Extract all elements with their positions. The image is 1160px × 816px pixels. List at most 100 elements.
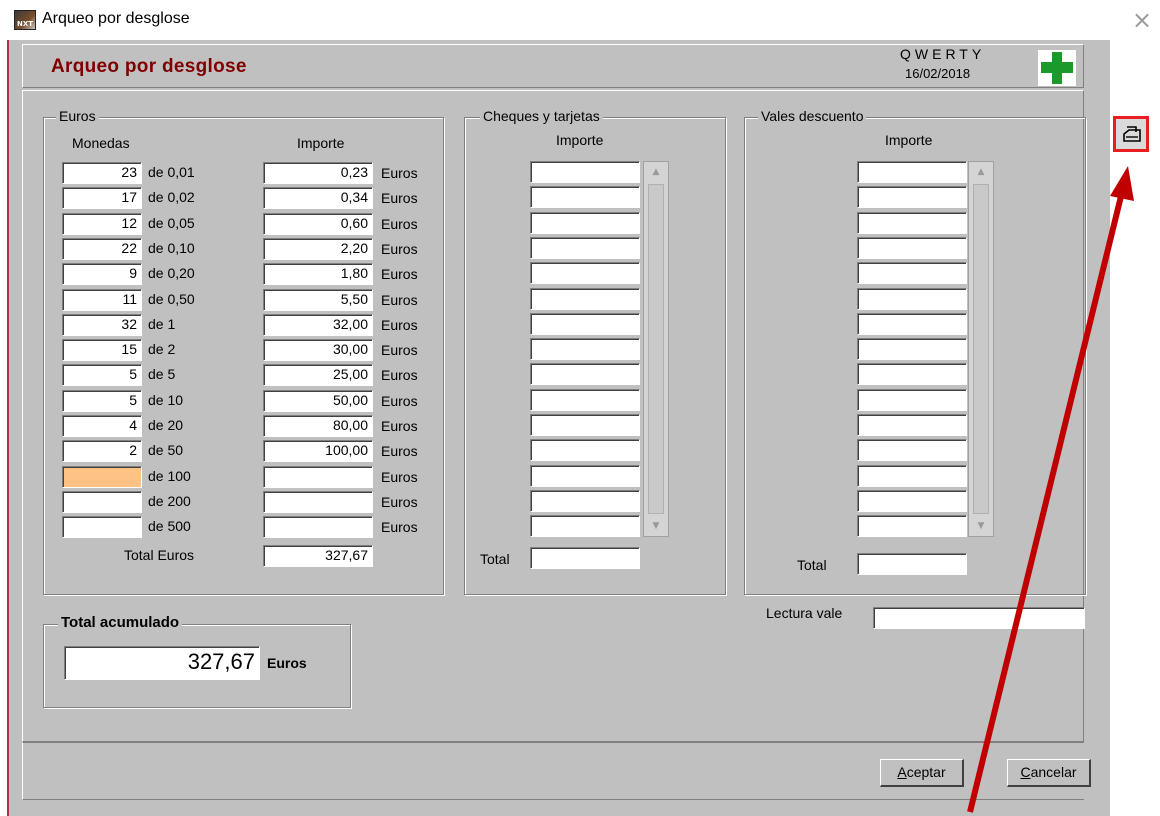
denomination-label: de 5 <box>148 366 176 382</box>
accumulated-group-label: Total acumulado <box>58 614 183 631</box>
cheque-amount-input[interactable] <box>530 363 640 385</box>
cheques-amount-header: Importe <box>556 132 604 148</box>
vale-amount-input[interactable] <box>857 262 967 284</box>
vale-amount-input[interactable] <box>857 186 967 208</box>
scroll-down-arrow-icon[interactable]: ▼ <box>644 516 668 536</box>
amount-field: 2,20 <box>263 238 373 260</box>
coin-quantity-input[interactable]: 15 <box>62 339 142 361</box>
denomination-label: de 0,20 <box>148 265 195 281</box>
coins-column-header: Monedas <box>72 135 130 151</box>
amount-column-header: Importe <box>297 135 345 151</box>
vale-amount-input[interactable] <box>857 414 967 436</box>
scroll-up-arrow-icon[interactable]: ▲ <box>969 162 993 182</box>
denomination-label: de 0,05 <box>148 215 195 231</box>
cheque-amount-input[interactable] <box>530 262 640 284</box>
vale-amount-input[interactable] <box>857 515 967 537</box>
coin-quantity-input[interactable]: 17 <box>62 187 142 209</box>
denomination-label: de 0,02 <box>148 189 195 205</box>
denomination-label: de 2 <box>148 341 176 357</box>
close-icon[interactable]: × <box>1132 6 1152 34</box>
cancel-label-rest: ancelar <box>1030 764 1077 780</box>
euros-group-label: Euros <box>56 108 99 124</box>
cheque-amount-input[interactable] <box>530 414 640 436</box>
coin-quantity-input[interactable]: 32 <box>62 314 142 336</box>
cheque-amount-input[interactable] <box>530 389 640 411</box>
cheque-amount-input[interactable] <box>530 237 640 259</box>
green-cross-icon <box>1038 50 1076 86</box>
vale-amount-input[interactable] <box>857 237 967 259</box>
vale-amount-input[interactable] <box>857 212 967 234</box>
currency-unit-label: Euros <box>381 216 418 232</box>
vale-amount-input[interactable] <box>857 161 967 183</box>
coin-quantity-input[interactable] <box>62 491 142 513</box>
currency-unit-label: Euros <box>381 241 418 257</box>
denomination-label: de 0,01 <box>148 164 195 180</box>
cheques-scrollbar[interactable]: ▲ ▼ <box>643 161 669 537</box>
amount-field: 0,23 <box>263 162 373 184</box>
denomination-label: de 1 <box>148 316 176 332</box>
total-euros-label: Total Euros <box>124 547 195 563</box>
cheque-amount-input[interactable] <box>530 212 640 234</box>
coin-quantity-input[interactable]: 9 <box>62 263 142 285</box>
amount-field: 30,00 <box>263 339 373 361</box>
app-icon: NXT <box>14 10 36 30</box>
vale-amount-input[interactable] <box>857 389 967 411</box>
coin-quantity-input[interactable]: 5 <box>62 364 142 386</box>
amount-field: 80,00 <box>263 415 373 437</box>
currency-unit-label: Euros <box>381 469 418 485</box>
vale-amount-input[interactable] <box>857 363 967 385</box>
cheque-amount-input[interactable] <box>530 161 640 183</box>
print-icon <box>1123 126 1141 142</box>
cheque-amount-input[interactable] <box>530 313 640 335</box>
coin-quantity-input[interactable]: 22 <box>62 238 142 260</box>
cheque-amount-input[interactable] <box>530 490 640 512</box>
coin-quantity-input[interactable]: 4 <box>62 415 142 437</box>
scroll-track[interactable] <box>648 184 664 514</box>
cheque-amount-input[interactable] <box>530 186 640 208</box>
scroll-down-arrow-icon[interactable]: ▼ <box>969 516 993 536</box>
currency-unit-label: Euros <box>381 190 418 206</box>
vale-amount-input[interactable] <box>857 313 967 335</box>
amount-field: 50,00 <box>263 390 373 412</box>
print-button[interactable] <box>1113 116 1149 152</box>
lectura-vale-input[interactable] <box>873 607 1085 629</box>
scroll-up-arrow-icon[interactable]: ▲ <box>644 162 668 182</box>
vale-amount-input[interactable] <box>857 490 967 512</box>
cheque-amount-input[interactable] <box>530 515 640 537</box>
amount-field: 25,00 <box>263 364 373 386</box>
cheque-amount-input[interactable] <box>530 338 640 360</box>
cancel-button[interactable]: Cancelar <box>1007 759 1091 787</box>
accumulated-unit: Euros <box>267 655 307 671</box>
cheque-amount-input[interactable] <box>530 465 640 487</box>
total-euros-field: 327,67 <box>263 545 373 567</box>
denomination-label: de 0,10 <box>148 240 195 256</box>
vale-amount-input[interactable] <box>857 465 967 487</box>
vales-amount-header: Importe <box>885 132 933 148</box>
lectura-vale-label: Lectura vale <box>766 605 843 621</box>
vale-amount-input[interactable] <box>857 439 967 461</box>
coin-quantity-input[interactable]: 12 <box>62 213 142 235</box>
vale-amount-input[interactable] <box>857 288 967 310</box>
amount-field: 1,80 <box>263 263 373 285</box>
coin-quantity-input[interactable] <box>62 516 142 538</box>
coin-quantity-input[interactable]: 11 <box>62 289 142 311</box>
cancel-hotkey: C <box>1020 764 1031 780</box>
vale-amount-input[interactable] <box>857 338 967 360</box>
coin-quantity-input[interactable]: 23 <box>62 162 142 184</box>
cheques-total-field <box>530 547 640 569</box>
cheque-amount-input[interactable] <box>530 288 640 310</box>
cheque-amount-input[interactable] <box>530 439 640 461</box>
coin-quantity-input[interactable] <box>62 466 142 488</box>
accept-button[interactable]: Aceptar <box>880 759 964 787</box>
scroll-track[interactable] <box>973 184 989 514</box>
coin-quantity-input[interactable]: 2 <box>62 440 142 462</box>
vales-total-field <box>857 553 967 575</box>
coin-quantity-input[interactable]: 5 <box>62 390 142 412</box>
denomination-label: de 10 <box>148 392 184 408</box>
currency-unit-label: Euros <box>381 443 418 459</box>
amount-field: 0,60 <box>263 213 373 235</box>
amount-field: 0,34 <box>263 187 373 209</box>
currency-unit-label: Euros <box>381 317 418 333</box>
amount-field <box>263 491 373 513</box>
vales-scrollbar[interactable]: ▲ ▼ <box>968 161 994 537</box>
